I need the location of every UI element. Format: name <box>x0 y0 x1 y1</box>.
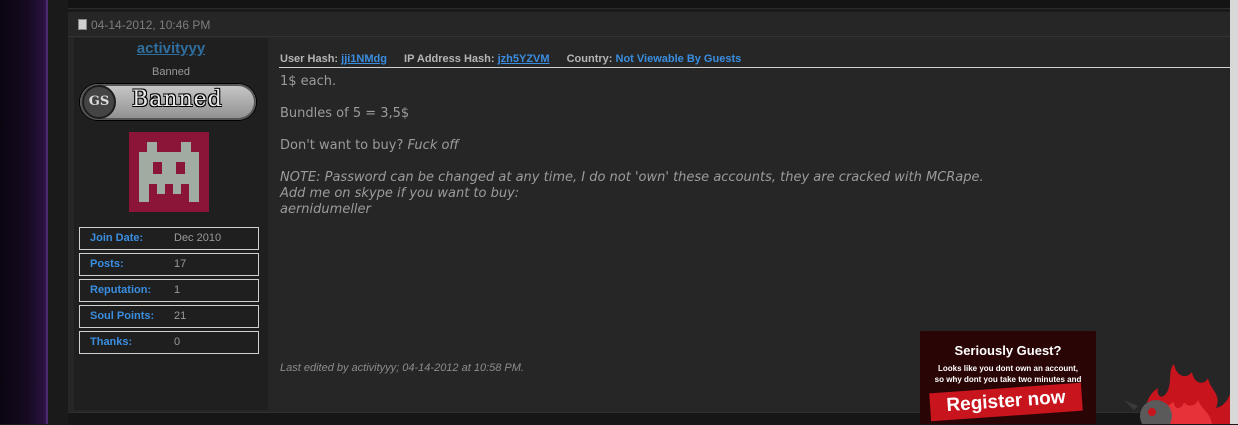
guest-banner-title: Seriously Guest? <box>954 343 1062 358</box>
note-line: Add me on skype if you want to buy: <box>280 186 520 201</box>
stat-soul-points: Soul Points: 21 <box>79 305 259 328</box>
post-meta: User Hash: jji1NMdg IP Address Hash: jzh… <box>280 53 741 65</box>
last-edited-note: Last edited by activityyy; 04-14-2012 at… <box>280 362 524 374</box>
avatar-pixel <box>157 184 165 194</box>
stat-reputation: Reputation: 1 <box>79 279 259 302</box>
previous-post-bottom <box>68 0 1230 9</box>
user-hash-label: User Hash: <box>280 53 339 65</box>
avatar-pixel <box>185 162 199 174</box>
avatar-pixel <box>147 142 157 152</box>
flame-mascot-icon <box>1112 360 1230 424</box>
username-link[interactable]: activityyy <box>74 40 268 57</box>
stat-label: Posts: <box>90 258 124 270</box>
stat-value: 17 <box>174 258 187 270</box>
message-italic: Fuck off <box>407 138 459 153</box>
country-label: Country: <box>566 53 613 65</box>
document-icon <box>78 19 87 30</box>
stat-value: 0 <box>174 336 181 348</box>
gs-logo-icon: GS <box>82 85 116 119</box>
avatar-pixel <box>139 184 149 202</box>
note-line: NOTE: Password can be changed at any tim… <box>280 170 984 185</box>
avatar-pixel <box>139 152 199 162</box>
message-note: NOTE: Password can be changed at any tim… <box>280 170 984 218</box>
avatar-pixel <box>139 174 199 184</box>
ip-hash-link[interactable]: jzh5YZVM <box>498 53 550 65</box>
stat-label: Thanks: <box>90 336 133 348</box>
rank-image-text: Banned <box>132 87 223 112</box>
stat-posts: Posts: 17 <box>79 253 259 276</box>
stat-value: 1 <box>174 284 181 296</box>
stat-thanks: Thanks: 0 <box>79 331 259 354</box>
stat-value: 21 <box>174 310 187 322</box>
user-title: Banned <box>152 66 190 78</box>
register-now-button[interactable]: Register now <box>929 382 1083 422</box>
avatar-pixel <box>173 184 181 194</box>
window-scrollbar[interactable] <box>1230 0 1238 424</box>
page-left-edge <box>0 0 48 424</box>
message-line: Bundles of 5 = 3,5$ <box>280 106 410 121</box>
avatar-pixel <box>139 162 153 174</box>
user-hash-link[interactable]: jji1NMdg <box>341 53 387 65</box>
post-header-divider <box>68 36 1230 37</box>
ip-hash-label: IP Address Hash: <box>404 53 495 65</box>
post-date: 04-14-2012, 10:46 PM <box>78 16 210 34</box>
message-text: Don't want to buy? <box>280 138 404 153</box>
stat-join-date: Join Date: Dec 2010 <box>79 227 259 250</box>
message-line: 1$ each. <box>280 74 337 89</box>
guest-register-banner[interactable]: Seriously Guest? Looks like you dont own… <box>920 331 1096 424</box>
stat-label: Join Date: <box>90 232 144 244</box>
avatar[interactable] <box>129 132 209 212</box>
guest-banner-line: Looks like you dont own an account, <box>937 364 1078 373</box>
user-stats: Join Date: Dec 2010 Posts: 17 Reputation: 1… <box>79 227 259 357</box>
post-date-text: 04-14-2012, 10:46 PM <box>91 18 211 32</box>
message-line: Don't want to buy? Fuck off <box>280 138 459 153</box>
country-link[interactable]: Not Viewable By Guests <box>616 53 742 65</box>
avatar-pixel <box>189 184 199 202</box>
stat-value: Dec 2010 <box>174 232 222 244</box>
avatar-pixel <box>181 142 191 152</box>
stat-label: Reputation: <box>90 284 152 296</box>
left-border-line <box>46 0 48 424</box>
meta-divider <box>279 67 1230 68</box>
note-line: aernidumeller <box>280 202 371 217</box>
avatar-pixel <box>162 162 176 174</box>
rank-image-banned: GS Banned <box>80 84 256 120</box>
guest-banner-text: Looks like you dont own an account, so w… <box>920 363 1096 385</box>
stat-label: Soul Points: <box>90 310 155 322</box>
